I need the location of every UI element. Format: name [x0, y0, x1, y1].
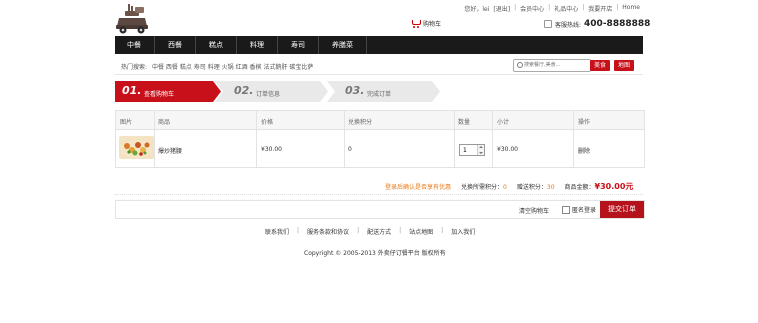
- footer-links: 联系我们 | 服务条款和协议 | 配送方式 | 站点地图 | 加入我们: [265, 227, 476, 236]
- cart-link[interactable]: 购物车: [412, 19, 441, 28]
- cart-table: 图片 商品 价格 兑换积分 数量 小计 操作 爆炒猪腰 ¥30.00 0 1 ¥…: [115, 110, 645, 168]
- quantity-spinner-icon[interactable]: [477, 145, 484, 155]
- top-links: 您好，lei [退出] | 会员中心 | 礼品中心 | 我要开店 | Home: [464, 4, 640, 13]
- nav-item-chinese[interactable]: 中餐: [115, 36, 155, 54]
- main-nav: 中餐 西餐 糕点 料理 寿司 养膳菜: [115, 36, 643, 54]
- step-number: 02.: [234, 84, 254, 97]
- clear-cart-link[interactable]: 清空购物车: [519, 206, 549, 215]
- footer-link-contact[interactable]: 联系我们: [265, 227, 289, 236]
- gift-points: 赠送积分：30: [516, 184, 555, 191]
- submit-order-button[interactable]: 提交订单: [600, 201, 644, 218]
- anonymous-checkbox[interactable]: 匿名登录: [562, 205, 596, 214]
- step-1: 01. 查看购物车: [115, 81, 221, 102]
- nav-item-sushi[interactable]: 寿司: [278, 36, 319, 54]
- step-number: 03.: [345, 84, 365, 97]
- hot-word[interactable]: 法式鹅肝: [263, 64, 287, 71]
- search-bar: 热门搜索: 中餐 西餐 糕点 寿司 料理 火锅 红酒 香槟 法式鹅肝 碳宝比萨 …: [115, 56, 643, 75]
- total-amount: 商品金额：¥30.00元: [564, 182, 634, 191]
- table-header: 图片 商品 价格 兑换积分 数量 小计 操作: [116, 111, 644, 130]
- hot-word[interactable]: 寿司: [194, 64, 206, 71]
- col-points: 兑换积分: [348, 119, 373, 126]
- home-link[interactable]: Home: [622, 4, 640, 13]
- product-image[interactable]: [119, 136, 154, 159]
- product-subtotal: ¥30.00: [497, 146, 518, 153]
- hot-word[interactable]: 红酒: [236, 64, 248, 71]
- step-number: 01.: [122, 84, 142, 97]
- cart-icon: [412, 20, 421, 28]
- open-shop-link[interactable]: 我要开店: [588, 4, 612, 13]
- site-logo[interactable]: [115, 4, 149, 34]
- hot-searches: 热门搜索: 中餐 西餐 糕点 寿司 料理 火锅 红酒 香槟 法式鹅肝 碳宝比萨: [121, 62, 313, 71]
- step-label: 查看购物车: [144, 91, 175, 98]
- footer-link-sitemap[interactable]: 站点地图: [409, 227, 433, 236]
- nav-item-cuisine[interactable]: 料理: [237, 36, 278, 54]
- food-search-button[interactable]: 美食: [590, 60, 610, 71]
- phone-icon: [544, 20, 552, 28]
- points-needed: 兑换所需积分：0: [461, 184, 507, 191]
- hot-word[interactable]: 料理: [208, 64, 220, 71]
- step-2: 02. 订单信息: [215, 81, 328, 102]
- hot-word[interactable]: 香槟: [250, 64, 262, 71]
- member-center-link[interactable]: 会员中心: [520, 4, 544, 13]
- divider: [115, 194, 643, 195]
- anonymous-label: 匿名登录: [572, 207, 597, 214]
- step-label: 订单信息: [256, 91, 281, 98]
- hot-word[interactable]: 碳宝比萨: [289, 64, 313, 71]
- nav-item-western[interactable]: 西餐: [155, 36, 196, 54]
- order-summary: 登录后确认是否享有优惠 兑换所需积分：0 赠送积分：30 商品金额：¥30.00…: [385, 181, 633, 192]
- search-input[interactable]: [514, 60, 586, 69]
- col-product: 商品: [158, 119, 171, 126]
- product-name[interactable]: 爆炒猪腰: [158, 146, 182, 155]
- map-button[interactable]: 地图: [614, 60, 634, 71]
- hot-word[interactable]: 西餐: [166, 64, 178, 71]
- cart-label: 购物车: [423, 21, 442, 28]
- hot-word[interactable]: 中餐: [152, 64, 164, 71]
- gift-center-link[interactable]: 礼品中心: [554, 4, 578, 13]
- nav-item-health[interactable]: 养膳菜: [319, 36, 367, 54]
- footer-link-terms[interactable]: 服务条款和协议: [307, 227, 349, 236]
- login-discount-link[interactable]: 登录后确认是否享有优惠: [385, 182, 451, 191]
- hot-word[interactable]: 火锅: [222, 64, 234, 71]
- col-image: 图片: [120, 119, 133, 126]
- delete-link[interactable]: 删除: [578, 146, 590, 155]
- hotline-number: 400-8888888: [584, 19, 651, 29]
- hot-search-label: 热门搜索:: [121, 64, 148, 71]
- quantity-stepper[interactable]: [459, 144, 485, 156]
- footer-link-join[interactable]: 加入我们: [451, 227, 475, 236]
- hotline-label: 客服热线:: [555, 21, 582, 29]
- col-price: 价格: [261, 119, 274, 126]
- step-3: 03. 完成订单: [327, 81, 440, 102]
- col-subtotal: 小计: [497, 119, 510, 126]
- checkbox-icon[interactable]: [562, 205, 570, 214]
- hot-word[interactable]: 糕点: [180, 64, 192, 71]
- col-action: 操作: [578, 119, 591, 126]
- step-label: 完成订单: [367, 91, 392, 98]
- logout-link[interactable]: [退出]: [493, 4, 510, 13]
- product-points: 0: [348, 146, 352, 153]
- product-price: ¥30.00: [261, 146, 282, 153]
- nav-item-pastry[interactable]: 糕点: [196, 36, 237, 54]
- greeting-text: 您好，lei: [464, 6, 490, 13]
- search-box: [513, 59, 591, 72]
- search-icon: [517, 62, 523, 68]
- copyright: Copyright © 2005-2013 外卖仔订餐平台 版权所有: [304, 250, 446, 257]
- action-bar: 清空购物车 匿名登录 提交订单: [115, 200, 645, 219]
- footer-link-delivery[interactable]: 配送方式: [367, 227, 391, 236]
- checkout-steps: 01. 查看购物车 02. 订单信息 03. 完成订单: [115, 81, 643, 102]
- col-quantity: 数量: [458, 119, 471, 126]
- hotline: 客服热线: 400-8888888: [544, 19, 650, 29]
